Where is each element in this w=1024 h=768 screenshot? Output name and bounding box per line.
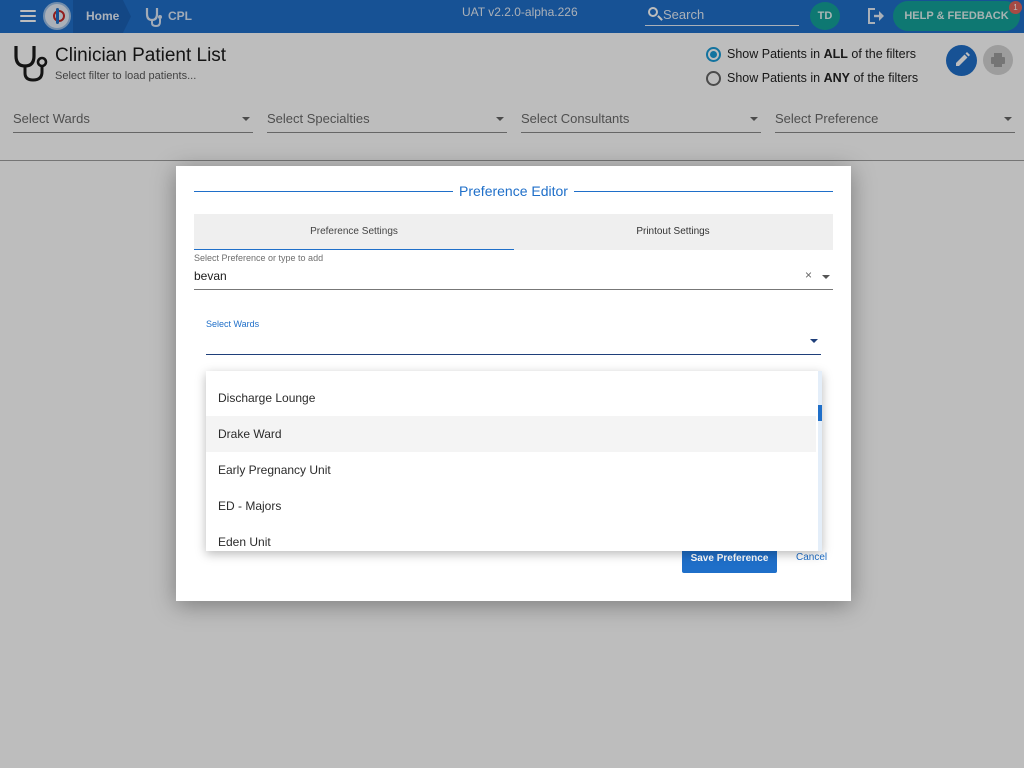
caret-down-icon[interactable] (822, 275, 830, 279)
cancel-button[interactable]: Cancel (796, 552, 827, 563)
wards-dropdown-list: Discharge Lounge Drake Ward Early Pregna… (206, 371, 822, 551)
clear-icon[interactable]: × (805, 268, 812, 282)
caret-down-icon[interactable] (810, 339, 818, 343)
preference-field-caption: Select Preference or type to add (194, 253, 324, 263)
list-item[interactable]: Eden Unit (206, 524, 816, 551)
dialog-tabs: Preference Settings Printout Settings (194, 214, 833, 250)
preference-combobox[interactable]: × (194, 266, 833, 290)
tab-printout-settings[interactable]: Printout Settings (513, 214, 833, 250)
preference-input[interactable] (194, 268, 784, 284)
list-item[interactable]: Early Pregnancy Unit (206, 452, 816, 488)
tab-preference-settings[interactable]: Preference Settings (194, 214, 514, 250)
scrollbar-thumb[interactable] (818, 405, 822, 421)
dialog-title: Preference Editor (459, 183, 568, 199)
list-item[interactable]: ED - Majors (206, 488, 816, 524)
list-item[interactable]: Drake Ward (206, 416, 816, 452)
wards-select[interactable] (206, 326, 821, 355)
scrollbar-track[interactable] (818, 371, 822, 551)
list-item[interactable]: Discharge Lounge (206, 380, 816, 416)
